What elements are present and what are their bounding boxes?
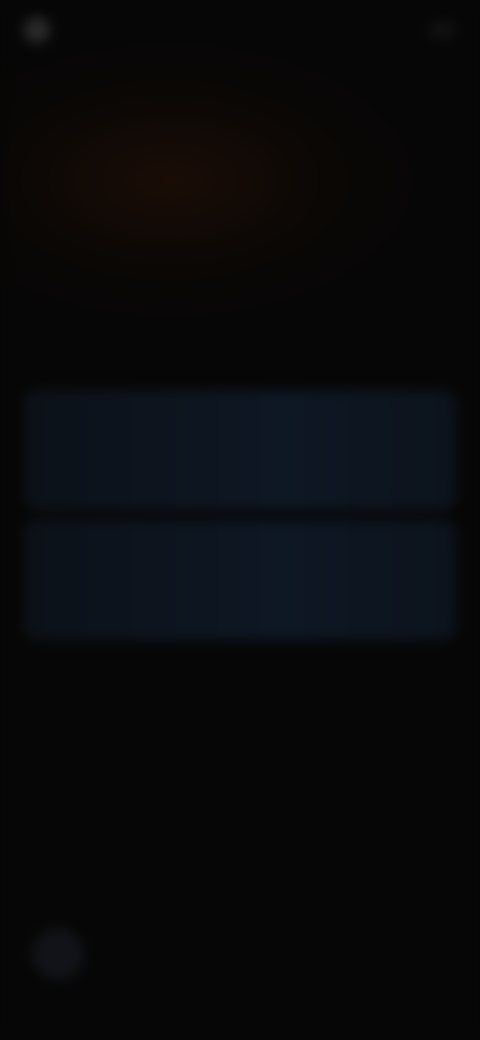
logo-icon [24,17,50,43]
top-action-button[interactable] [428,22,456,38]
top-bar [24,12,456,48]
logo[interactable] [24,17,60,43]
screen [0,0,480,1040]
card-1[interactable] [24,390,456,510]
chat-fab-button[interactable] [32,928,84,980]
card-2[interactable] [24,520,456,640]
card-list [24,390,456,650]
